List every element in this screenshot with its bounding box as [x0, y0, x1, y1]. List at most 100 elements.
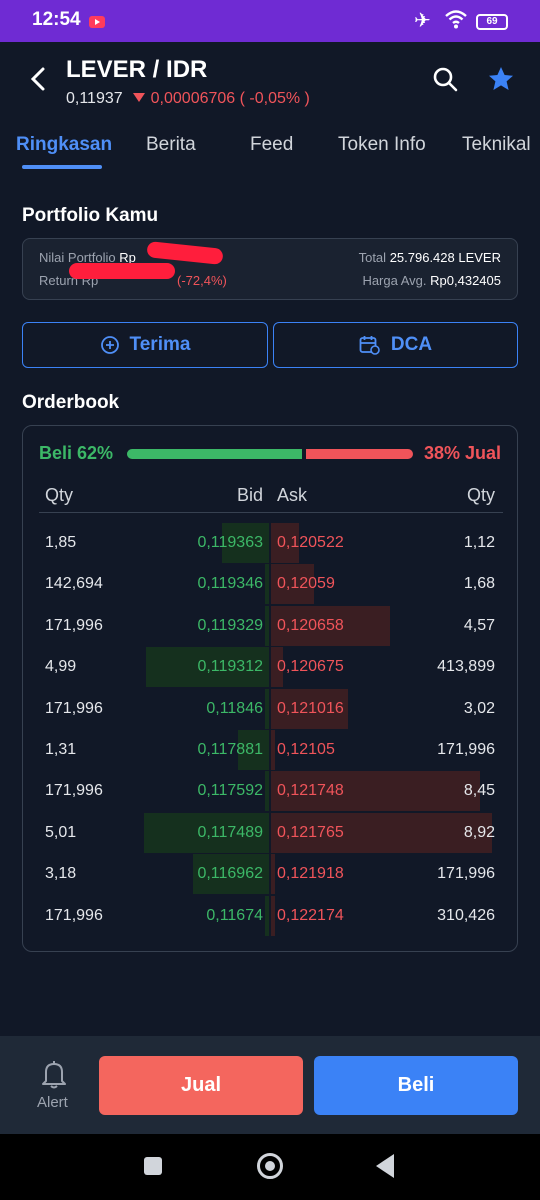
plus-circle-icon — [100, 336, 119, 354]
bid-qty: 171,996 — [45, 616, 103, 634]
back-icon[interactable] — [376, 1154, 394, 1178]
bid-depth-bar — [265, 605, 269, 646]
ask-price: 0,120675 — [277, 658, 344, 676]
bid-price: 0,117489 — [197, 823, 263, 841]
bid-qty: 4,99 — [45, 658, 77, 676]
ask-depth-bar — [271, 895, 275, 936]
system-nav-bar — [0, 1134, 540, 1200]
favorite-star-icon[interactable] — [486, 64, 516, 94]
bid-depth-bar — [265, 895, 269, 936]
dca-button[interactable]: DCA — [273, 322, 518, 368]
tab-berita[interactable]: Berita — [146, 134, 196, 156]
ask-price: 0,121765 — [277, 823, 344, 841]
receive-button[interactable]: Terima — [22, 322, 268, 368]
orderbook-row[interactable]: 3,18 0,116962 0,121918 171,996 — [23, 854, 517, 895]
orderbook-row[interactable]: 1,85 0,119363 0,120522 1,12 — [23, 523, 517, 563]
current-price: 0,11937 — [66, 90, 123, 107]
status-time: 12:54 — [32, 9, 81, 30]
bid-price: 0,119363 — [197, 534, 263, 551]
bid-qty: 1,85 — [45, 534, 77, 551]
bid-price: 0,119312 — [197, 658, 263, 676]
bid-price: 0,117592 — [197, 782, 263, 800]
bid-depth-bar — [265, 771, 269, 812]
ask-qty: 171,996 — [437, 865, 495, 883]
tab-teknikal[interactable]: Teknikal — [462, 134, 531, 156]
tab-token-info[interactable]: Token Info — [338, 134, 426, 156]
portfolio-total-label: Total — [358, 250, 387, 265]
airplane-mode-icon: ✈ — [414, 10, 431, 32]
orderbook-row[interactable]: 171,996 0,11674 0,122174 310,426 — [23, 895, 517, 936]
dca-button-label: DCA — [390, 334, 433, 355]
receive-button-label: Terima — [129, 334, 191, 355]
price-line: 0,11937 0,00006706 ( -0,05% ) — [66, 90, 310, 108]
bottom-action-bar: Alert Jual Beli — [0, 1036, 540, 1134]
portfolio-return-percent: (-72,4%) — [177, 273, 227, 288]
header: LEVER / IDR 0,11937 0,00006706 ( -0,05% ) — [0, 42, 540, 122]
ask-depth-bar — [271, 730, 275, 770]
redaction-mark — [69, 263, 175, 279]
bid-price: 0,116962 — [197, 865, 263, 883]
ask-qty: 171,996 — [437, 741, 495, 758]
ask-qty: 3,02 — [463, 699, 495, 717]
bid-qty: 3,18 — [45, 865, 77, 883]
ask-qty: 1,68 — [463, 575, 495, 593]
ask-price: 0,120522 — [277, 534, 344, 551]
battery-icon: 69 — [476, 14, 508, 30]
tab-ringkasan[interactable]: Ringkasan — [16, 134, 112, 156]
orderbook-row[interactable]: 171,996 0,117592 0,121748 8,45 — [23, 771, 517, 812]
orderbook-row[interactable]: 1,31 0,117881 0,12105 171,996 — [23, 730, 517, 770]
bid-qty: 171,996 — [45, 906, 103, 924]
ask-qty: 413,899 — [437, 658, 495, 676]
orderbook-row[interactable]: 4,99 0,119312 0,120675 413,899 — [23, 647, 517, 688]
orderbook-divider — [39, 512, 503, 513]
bid-price: 0,11674 — [206, 906, 263, 924]
portfolio-total-value: 25.796.428 LEVER — [389, 250, 501, 265]
bid-price: 0,119329 — [197, 616, 263, 634]
back-arrow-icon[interactable] — [28, 64, 48, 94]
ask-header: Ask — [277, 485, 308, 505]
portfolio-avg-value: Rp0,432405 — [430, 273, 501, 288]
portfolio-avg-label: Harga Avg. — [362, 273, 427, 288]
portfolio-total-row: Total 25.796.428 LEVER — [359, 250, 501, 265]
ask-price: 0,120658 — [277, 616, 344, 634]
home-icon[interactable] — [257, 1153, 283, 1179]
buy-ratio-label: Beli 62% — [39, 443, 114, 463]
calendar-repeat-icon — [359, 336, 380, 355]
tab-feed[interactable]: Feed — [250, 134, 293, 156]
recents-icon[interactable] — [144, 1157, 162, 1175]
alert-label[interactable]: Alert — [37, 1094, 68, 1111]
portfolio-avg-row: Harga Avg. Rp0,432405 — [362, 273, 501, 288]
ask-price: 0,12105 — [277, 741, 335, 758]
tab-bar: Ringkasan Berita Feed Token Info Teknika… — [0, 122, 540, 174]
price-down-icon — [132, 93, 145, 102]
bid-price: 0,119346 — [197, 575, 263, 593]
bid-qty: 171,996 — [45, 699, 103, 717]
bid-qty: 142,694 — [45, 575, 103, 593]
sell-button[interactable]: Jual — [99, 1056, 303, 1115]
orderbook-title: Orderbook — [22, 392, 120, 413]
bid-price: 0,117881 — [197, 741, 263, 758]
buy-button[interactable]: Beli — [314, 1056, 518, 1115]
orderbook-row[interactable]: 171,996 0,11846 0,121016 3,02 — [23, 688, 517, 729]
orderbook-row[interactable]: 5,01 0,117489 0,121765 8,92 — [23, 812, 517, 853]
bid-qty: 171,996 — [45, 782, 103, 800]
bid-qty: 5,01 — [45, 823, 77, 841]
ask-depth-bar — [271, 854, 275, 895]
ask-price: 0,12059 — [277, 575, 335, 593]
qty-bid-header: Qty — [45, 485, 74, 505]
portfolio-card: Nilai Portfolio Rp Return Rp (-72,4%) To… — [22, 238, 518, 300]
sell-ratio-bar — [306, 449, 413, 459]
orderbook-row[interactable]: 142,694 0,119346 0,12059 1,68 — [23, 564, 517, 605]
search-icon[interactable] — [432, 66, 458, 92]
ask-price: 0,121748 — [277, 782, 344, 800]
sell-ratio-label: 38% Jual — [423, 443, 501, 463]
portfolio-title: Portfolio Kamu — [22, 205, 159, 226]
buy-ratio-bar — [127, 449, 302, 459]
orderbook-row[interactable]: 171,996 0,119329 0,120658 4,57 — [23, 605, 517, 646]
youtube-notification-icon — [89, 16, 105, 28]
bid-price: 0,11846 — [206, 699, 263, 717]
status-bar: 12:54 ✈ 69 — [0, 0, 540, 42]
bell-icon[interactable] — [40, 1060, 68, 1090]
price-change: 0,00006706 ( -0,05% ) — [150, 90, 310, 107]
bid-depth-bar — [265, 688, 269, 729]
